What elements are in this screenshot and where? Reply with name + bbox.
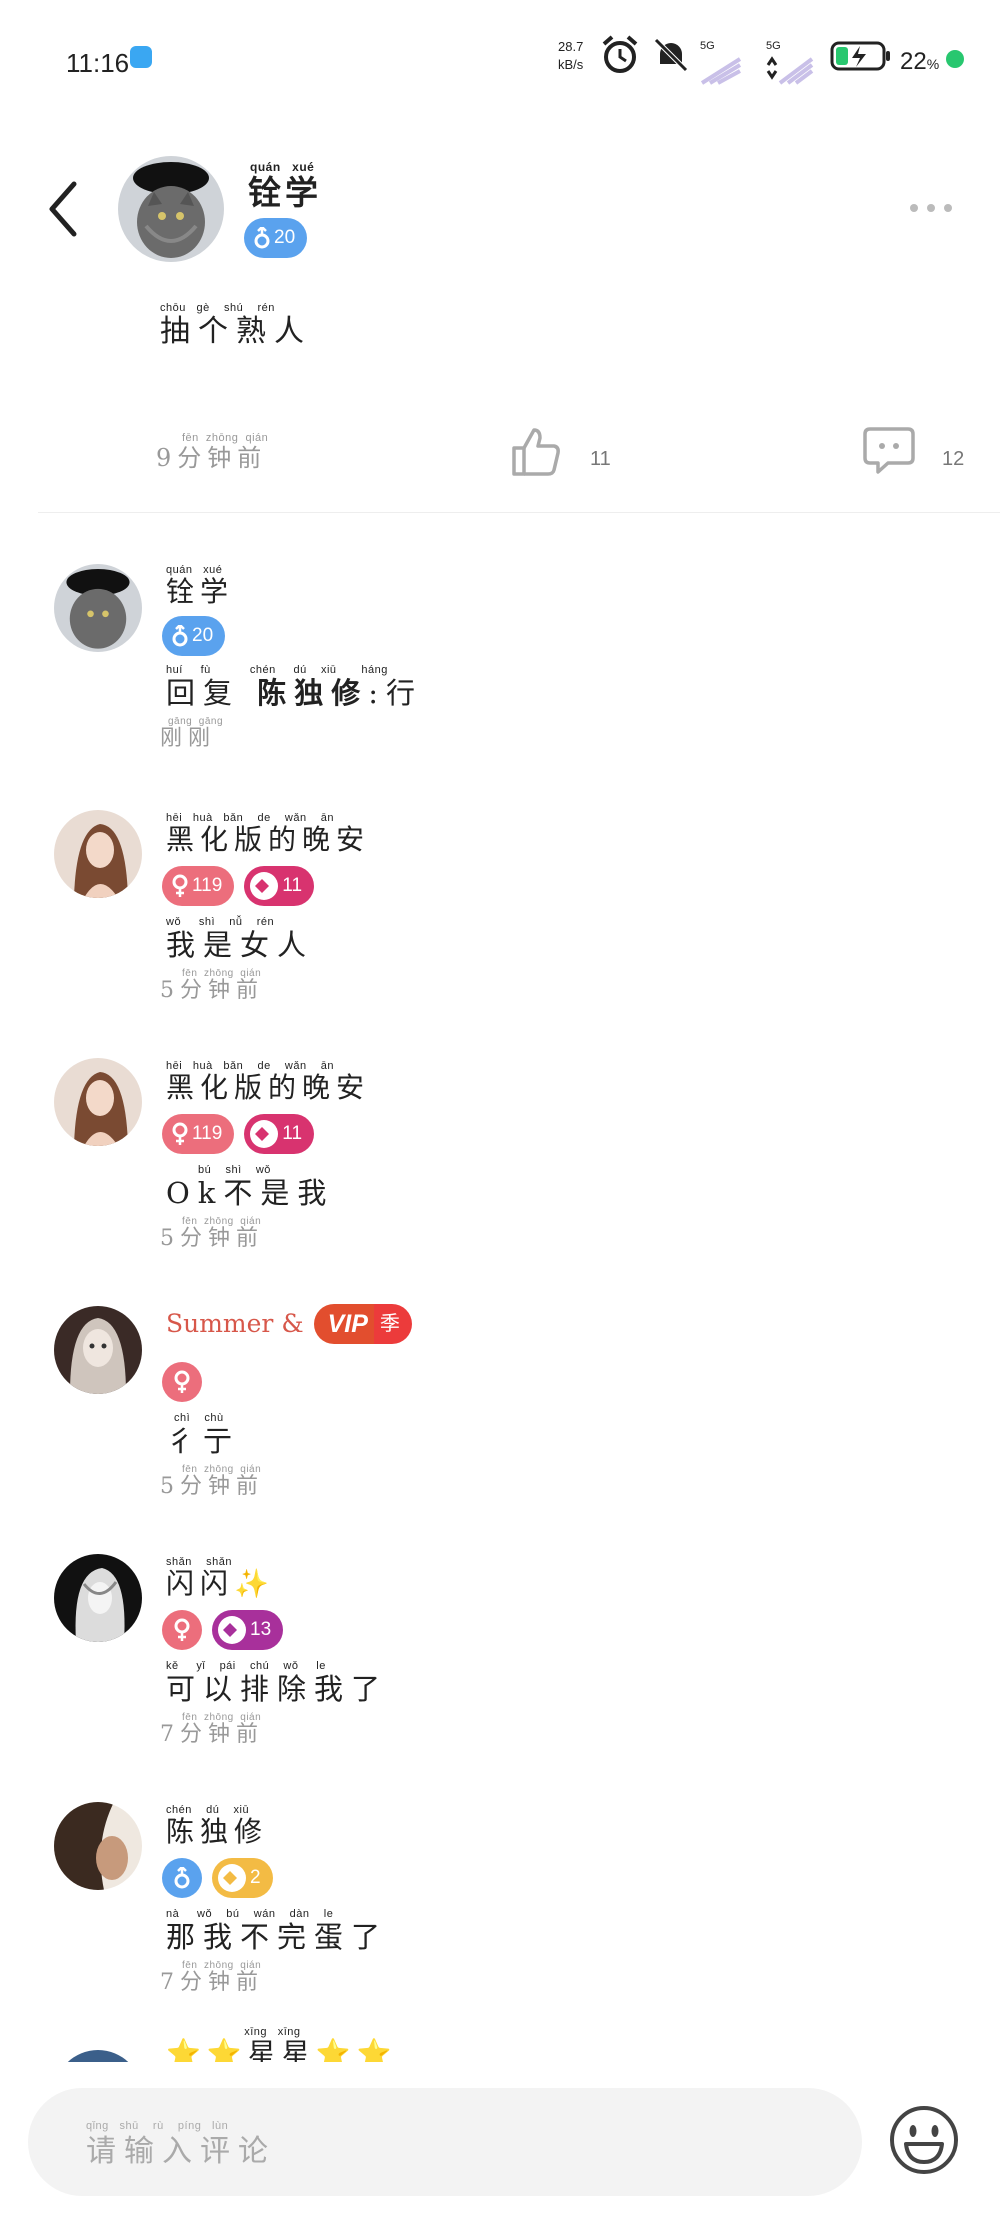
comment-input[interactable]: qǐng shū rù píng lùn 请输入评论 [28, 2088, 862, 2196]
male-icon [254, 227, 270, 249]
comment-text: chì chù 彳亍 [166, 1412, 241, 1458]
male-icon [174, 1867, 190, 1889]
divider [38, 512, 1000, 513]
gender-badge [162, 1610, 202, 1650]
gender-age-badge: 20 [162, 616, 226, 656]
comment-item[interactable]: xīng xīng ⭐⭐星星⭐⭐ [0, 2026, 1000, 2062]
avatar[interactable] [54, 1802, 142, 1890]
comment-timestamp: fēn zhōng qián 5分钟前 [160, 1464, 264, 1499]
diamond-icon [255, 879, 270, 893]
post-timestamp: fēn zhōng qián 9分钟前 [156, 432, 269, 472]
signal-5g-icon-2: 5G [766, 34, 816, 87]
badge-row: 119 11 [162, 1114, 315, 1154]
level-badge: 11 [244, 1114, 315, 1154]
female-icon [174, 1370, 190, 1393]
app-notification-icon [130, 46, 152, 68]
avatar[interactable] [54, 1058, 142, 1146]
avatar[interactable] [54, 1306, 142, 1394]
more-dots-icon[interactable] [906, 200, 956, 216]
comment-item[interactable]: hēi huà bǎn de wǎn ān 黑化版的晚安 119 11 bú s… [0, 1038, 1000, 1286]
post-author-avatar[interactable] [118, 156, 224, 262]
comment-timestamp: fēn zhōng qián 7分钟前 [160, 1712, 264, 1747]
back-chevron-icon[interactable] [40, 176, 88, 242]
level-badge: 13 [212, 1610, 284, 1650]
diamond-icon [255, 1127, 270, 1141]
gender-age-badge: 119 [162, 866, 235, 906]
comment-count: 12 [942, 448, 965, 470]
vip-badge: VIP 季 [313, 1304, 412, 1344]
comment-item[interactable]: chén dú xiū 陈独修 2 nà wǒ bú wán dàn le 那我… [0, 1782, 1000, 2030]
comment-list[interactable]: quán xué 铨学 20 huí fù chén dú xiū háng 回… [0, 520, 1000, 2062]
gender-badge [162, 1858, 202, 1898]
level-badge: 2 [212, 1858, 273, 1898]
post-content: chōu gè shú rén 抽个熟人 [160, 302, 312, 349]
comment-text: kě yǐ pái chú wǒ le 可以排除我了 [166, 1660, 389, 1706]
commenter-name[interactable]: shǎn shǎn 闪闪✨ [166, 1556, 275, 1600]
female-icon [172, 874, 188, 897]
diamond-icon [223, 1871, 237, 1885]
commenter-name[interactable]: hēi huà bǎn de wǎn ān 黑化版的晚安 [166, 1060, 370, 1104]
smiley-icon[interactable] [888, 2104, 960, 2176]
comment-text: bú shì wǒ Ok不是我 [166, 1164, 335, 1210]
signal-5g-icon-1: 5G [700, 34, 744, 87]
mute-bell-icon [654, 38, 688, 72]
comment-text: huí fù chén dú xiū háng 回复 陈独修:行 [166, 664, 424, 710]
comment-text: nà wǒ bú wán dàn le 那我不完蛋了 [166, 1908, 389, 1954]
comment-timestamp: gāng gāng 刚刚 [160, 716, 224, 751]
gender-age-badge: 119 [162, 1114, 235, 1154]
recording-dot [946, 50, 964, 68]
badge-row: 20 [162, 616, 226, 656]
comment-item[interactable]: Summer & VIP 季 chì chù 彳亍 fēn zhōng qián… [0, 1286, 1000, 1534]
comment-timestamp: fēn zhōng qián 5分钟前 [160, 1216, 264, 1251]
comment-bubble-icon[interactable] [862, 426, 916, 476]
badge-row: 119 11 [162, 866, 315, 906]
avatar[interactable] [54, 2050, 142, 2062]
gender-age-badge: 20 [244, 218, 308, 258]
status-bar: 11:16 28.7 kB/s 5G 5G 22% [0, 0, 1000, 120]
comment-item[interactable]: quán xué 铨学 20 huí fù chén dú xiū háng 回… [0, 544, 1000, 792]
level-badge: 11 [244, 866, 315, 906]
comment-text: wǒ shì nǚ rén 我是女人 [166, 916, 315, 962]
comment-timestamp: fēn zhōng qián 7分钟前 [160, 1960, 264, 1995]
gender-badge [162, 1362, 202, 1402]
reply-mention[interactable]: 陈独修 [257, 676, 368, 710]
comment-item[interactable]: shǎn shǎn 闪闪✨ 13 kě yǐ pái chú wǒ le 可以排… [0, 1534, 1000, 1782]
comment-item[interactable]: hēi huà bǎn de wǎn ān 黑化版的晚安 119 11 wǒ s… [0, 790, 1000, 1038]
female-icon [174, 1618, 190, 1641]
battery-charging-icon [830, 41, 890, 71]
male-icon [172, 625, 188, 647]
post-author-name[interactable]: quán xué 铨学 [248, 160, 322, 212]
network-speed: 28.7 kB/s [558, 39, 584, 72]
avatar[interactable] [54, 810, 142, 898]
badge-row: 2 [162, 1858, 273, 1898]
commenter-name[interactable]: chén dú xiū 陈独修 [166, 1804, 268, 1848]
commenter-name[interactable]: quán xué 铨学 [166, 564, 234, 608]
badge-row: 13 [162, 1610, 284, 1650]
avatar[interactable] [54, 1554, 142, 1642]
battery-percent: 22% [900, 48, 940, 75]
commenter-name[interactable]: hēi huà bǎn de wǎn ān 黑化版的晚安 [166, 812, 370, 856]
avatar[interactable] [54, 564, 142, 652]
status-time: 11:16 [66, 48, 130, 78]
diamond-icon [223, 1623, 237, 1637]
thumbs-up-icon[interactable] [510, 426, 562, 478]
comment-timestamp: fēn zhōng qián 5分钟前 [160, 968, 264, 1003]
badge-row [162, 1362, 202, 1402]
commenter-name[interactable]: xīng xīng ⭐⭐星星⭐⭐ [166, 2026, 397, 2062]
alarm-icon [602, 35, 638, 73]
female-icon [172, 1122, 188, 1145]
commenter-name[interactable]: Summer & VIP 季 [166, 1304, 412, 1344]
like-count: 11 [590, 448, 611, 470]
